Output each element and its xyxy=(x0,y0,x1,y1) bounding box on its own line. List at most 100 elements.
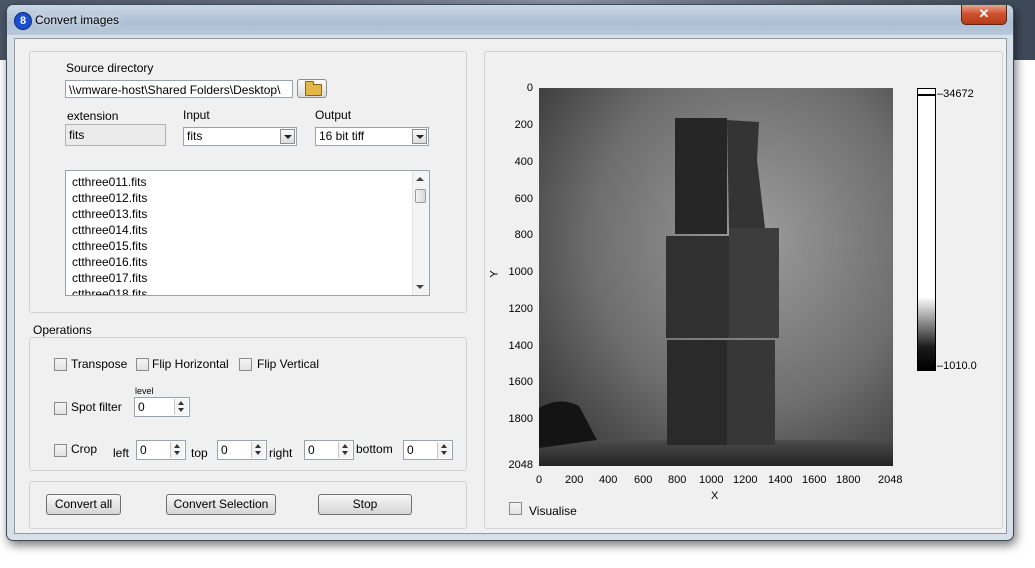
y-tick: 400 xyxy=(514,156,533,168)
flip-horizontal-checkbox[interactable] xyxy=(136,358,149,371)
crop-label: Crop xyxy=(71,442,98,456)
block-bottom-left xyxy=(667,340,727,445)
convert-images-window: 8 Convert images ✕ Source directory \\vm… xyxy=(6,4,1014,541)
y-tick: 1200 xyxy=(508,303,533,315)
block-bottom-right xyxy=(727,340,775,445)
scroll-thumb[interactable] xyxy=(415,189,426,203)
block-top-left xyxy=(675,118,727,234)
x-tick: 1600 xyxy=(802,474,827,486)
source-panel: Source directory \\vmware-host\Shared Fo… xyxy=(29,51,467,313)
decrement-icon[interactable] xyxy=(178,408,184,412)
transpose-label: Transpose xyxy=(71,357,128,371)
crop-left-stepper[interactable] xyxy=(170,442,184,458)
decrement-icon[interactable] xyxy=(255,451,261,455)
colorbar-min-label: –1010.0 xyxy=(937,360,977,372)
visualise-checkbox[interactable] xyxy=(509,502,522,515)
increment-icon[interactable] xyxy=(342,444,348,448)
crop-top-value: 0 xyxy=(221,443,228,457)
crop-left-value: 0 xyxy=(140,443,147,457)
increment-icon[interactable] xyxy=(174,444,180,448)
crop-right-value: 0 xyxy=(308,443,315,457)
increment-icon[interactable] xyxy=(441,444,447,448)
x-tick: 0 xyxy=(536,474,543,486)
transpose-checkbox[interactable] xyxy=(54,358,67,371)
list-item[interactable]: ctthree014.fits xyxy=(66,222,429,238)
x-axis-label: X xyxy=(711,490,719,502)
crop-right-stepper[interactable] xyxy=(338,442,352,458)
decrement-icon[interactable] xyxy=(342,451,348,455)
flip-horizontal-label: Flip Horizontal xyxy=(152,357,229,371)
close-button[interactable]: ✕ xyxy=(961,5,1007,25)
browse-folder-button[interactable] xyxy=(297,79,327,98)
x-tick: 1800 xyxy=(836,474,861,486)
extension-field: fits xyxy=(65,124,166,146)
block-middle-right xyxy=(729,228,779,338)
file-list-scrollbar[interactable] xyxy=(412,171,429,295)
list-item[interactable]: ctthree018.fits xyxy=(66,286,429,295)
y-tick: 1000 xyxy=(508,266,533,278)
crop-top-label: top xyxy=(191,446,208,460)
list-item[interactable]: ctthree015.fits xyxy=(66,238,429,254)
flip-vertical-checkbox[interactable] xyxy=(239,358,252,371)
chevron-down-icon[interactable] xyxy=(412,129,427,144)
file-list[interactable]: ctthree011.fits ctthree012.fits ctthree0… xyxy=(65,170,430,296)
crop-top-spinner[interactable]: 0 xyxy=(217,440,267,460)
image-view-panel: 0 200 400 600 800 1000 1200 1400 1600 18… xyxy=(484,51,1003,529)
chevron-down-icon[interactable] xyxy=(280,129,295,144)
window-client-area: Source directory \\vmware-host\Shared Fo… xyxy=(14,38,1007,534)
y-tick: 1600 xyxy=(508,376,533,388)
crop-right-spinner[interactable]: 0 xyxy=(304,440,354,460)
increment-icon[interactable] xyxy=(178,401,184,405)
input-label: Input xyxy=(183,108,210,122)
x-tick: 1200 xyxy=(733,474,758,486)
level-label: level xyxy=(135,386,154,396)
decrement-icon[interactable] xyxy=(441,451,447,455)
colorbar[interactable] xyxy=(917,88,936,371)
title-bar[interactable]: 8 Convert images ✕ xyxy=(7,5,1013,35)
visualise-label: Visualise xyxy=(529,504,577,518)
list-item[interactable]: ctthree016.fits xyxy=(66,254,429,270)
input-format-select[interactable]: fits xyxy=(183,127,297,146)
image-preview[interactable] xyxy=(539,88,893,466)
convert-selection-button[interactable]: Convert Selection xyxy=(166,494,276,515)
y-tick: 2048 xyxy=(508,459,533,471)
crop-bottom-stepper[interactable] xyxy=(437,442,451,458)
list-item[interactable]: ctthree011.fits xyxy=(66,174,429,190)
level-value: 0 xyxy=(138,400,145,414)
flip-vertical-label: Flip Vertical xyxy=(257,357,320,371)
crop-top-stepper[interactable] xyxy=(251,442,265,458)
spot-filter-checkbox[interactable] xyxy=(54,402,67,415)
list-item[interactable]: ctthree017.fits xyxy=(66,270,429,286)
stop-button[interactable]: Stop xyxy=(318,494,412,515)
scroll-down-icon[interactable] xyxy=(416,285,424,289)
source-directory-field[interactable]: \\vmware-host\Shared Folders\Desktop\ xyxy=(65,80,293,98)
decrement-icon[interactable] xyxy=(174,451,180,455)
output-format-select[interactable]: 16 bit tiff xyxy=(315,127,429,146)
operations-heading: Operations xyxy=(33,323,92,337)
crop-left-label: left xyxy=(113,446,130,460)
scroll-up-icon[interactable] xyxy=(416,177,424,181)
level-stepper[interactable] xyxy=(174,399,188,415)
list-item[interactable]: ctthree012.fits xyxy=(66,190,429,206)
level-spinner[interactable]: 0 xyxy=(134,397,190,417)
y-tick: 1800 xyxy=(508,413,533,425)
y-tick: 600 xyxy=(514,193,533,205)
colorbar-max-value: 34672 xyxy=(943,88,974,100)
increment-icon[interactable] xyxy=(255,444,261,448)
x-tick: 2048 xyxy=(878,474,903,486)
x-tick: 600 xyxy=(634,474,653,486)
x-tick: 400 xyxy=(599,474,618,486)
y-tick: 200 xyxy=(514,119,533,131)
output-label: Output xyxy=(315,108,352,122)
colorbar-max-marker xyxy=(918,94,935,96)
input-format-value: fits xyxy=(187,129,203,143)
list-item[interactable]: ctthree013.fits xyxy=(66,206,429,222)
operations-panel: Transpose Flip Horizontal Flip Vertical … xyxy=(29,337,467,471)
convert-all-button[interactable]: Convert all xyxy=(46,494,121,515)
output-format-value: 16 bit tiff xyxy=(319,129,365,143)
crop-bottom-spinner[interactable]: 0 xyxy=(403,440,453,460)
spot-filter-label: Spot filter xyxy=(71,400,122,414)
crop-checkbox[interactable] xyxy=(54,444,67,457)
block-middle-left xyxy=(666,236,729,338)
crop-left-spinner[interactable]: 0 xyxy=(136,440,186,460)
